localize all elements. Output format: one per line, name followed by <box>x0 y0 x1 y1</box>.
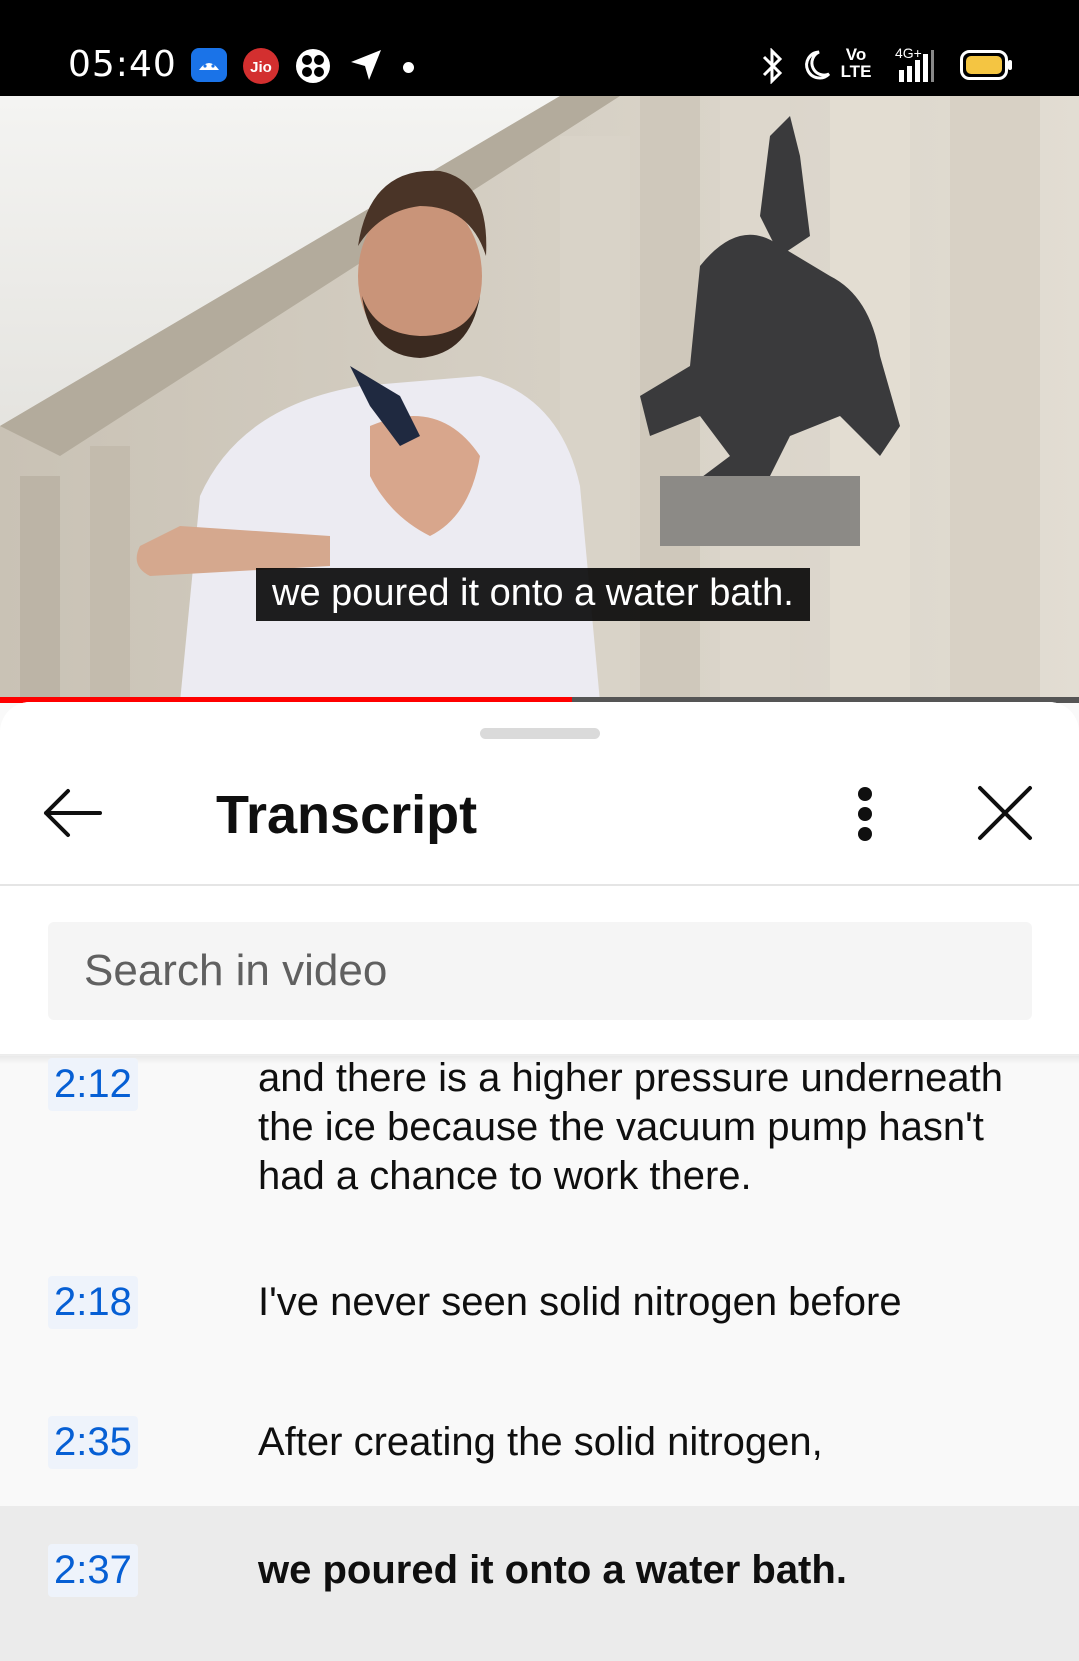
close-icon <box>978 786 1032 840</box>
notification-dot-icon <box>403 62 414 73</box>
transcript-header: Transcript <box>0 702 1079 884</box>
transcript-text: After creating the solid nitrogen, <box>258 1420 823 1464</box>
transcript-timestamp[interactable]: 2:35 <box>48 1416 138 1469</box>
transcript-list[interactable]: 2:12 and there is a higher pressure unde… <box>0 1056 1079 1661</box>
more-options-button[interactable] <box>838 782 892 846</box>
volte-icon: Vo LTE <box>840 45 872 81</box>
do-not-disturb-moon-icon <box>801 48 831 87</box>
transcript-timestamp[interactable]: 2:18 <box>48 1276 138 1329</box>
page-title: Transcript <box>216 785 478 845</box>
transcript-row[interactable]: 2:35 After creating the solid nitrogen, <box>0 1366 1079 1506</box>
battery-icon <box>960 50 1014 85</box>
more-vertical-icon <box>858 787 872 841</box>
transcript-row[interactable]: 2:12 and there is a higher pressure unde… <box>0 1056 1079 1226</box>
transcript-timestamp[interactable]: 2:12 <box>48 1058 138 1111</box>
jio-icon: Jio <box>243 48 279 89</box>
transcript-text: we poured it onto a water bath. <box>258 1548 847 1592</box>
search-input[interactable] <box>48 922 1032 1020</box>
close-button[interactable] <box>972 780 1038 846</box>
transcript-row-active[interactable]: 2:37 we poured it onto a water bath. <box>0 1506 1079 1661</box>
status-bar: 05:40 Jio Vo LTE 4G+ <box>0 0 1079 96</box>
video-caption: we poured it onto a water bath. <box>256 568 810 621</box>
fan-app-icon <box>295 48 331 89</box>
signal-4g-icon: 4G+ <box>893 44 939 89</box>
android-app-icon <box>191 48 227 87</box>
transcript-text: I've never seen solid nitrogen before <box>258 1280 902 1324</box>
drag-handle[interactable] <box>480 728 600 739</box>
svg-text:Jio: Jio <box>250 59 272 76</box>
video-player[interactable]: we poured it onto a water bath. <box>0 96 1079 702</box>
search-area <box>0 886 1079 1056</box>
svg-text:4G+: 4G+ <box>895 45 922 61</box>
back-button[interactable] <box>38 782 108 844</box>
bluetooth-icon <box>760 47 786 89</box>
status-time: 05:40 <box>68 44 177 85</box>
transcript-text: and there is a higher pressure underneat… <box>258 1056 1003 1198</box>
transcript-panel: Transcript 2:12 and there is a higher pr… <box>0 702 1079 1661</box>
location-arrow-icon <box>349 48 383 87</box>
transcript-row[interactable]: 2:18 I've never seen solid nitrogen befo… <box>0 1226 1079 1366</box>
transcript-timestamp[interactable]: 2:37 <box>48 1544 138 1597</box>
back-arrow-icon <box>44 789 102 837</box>
